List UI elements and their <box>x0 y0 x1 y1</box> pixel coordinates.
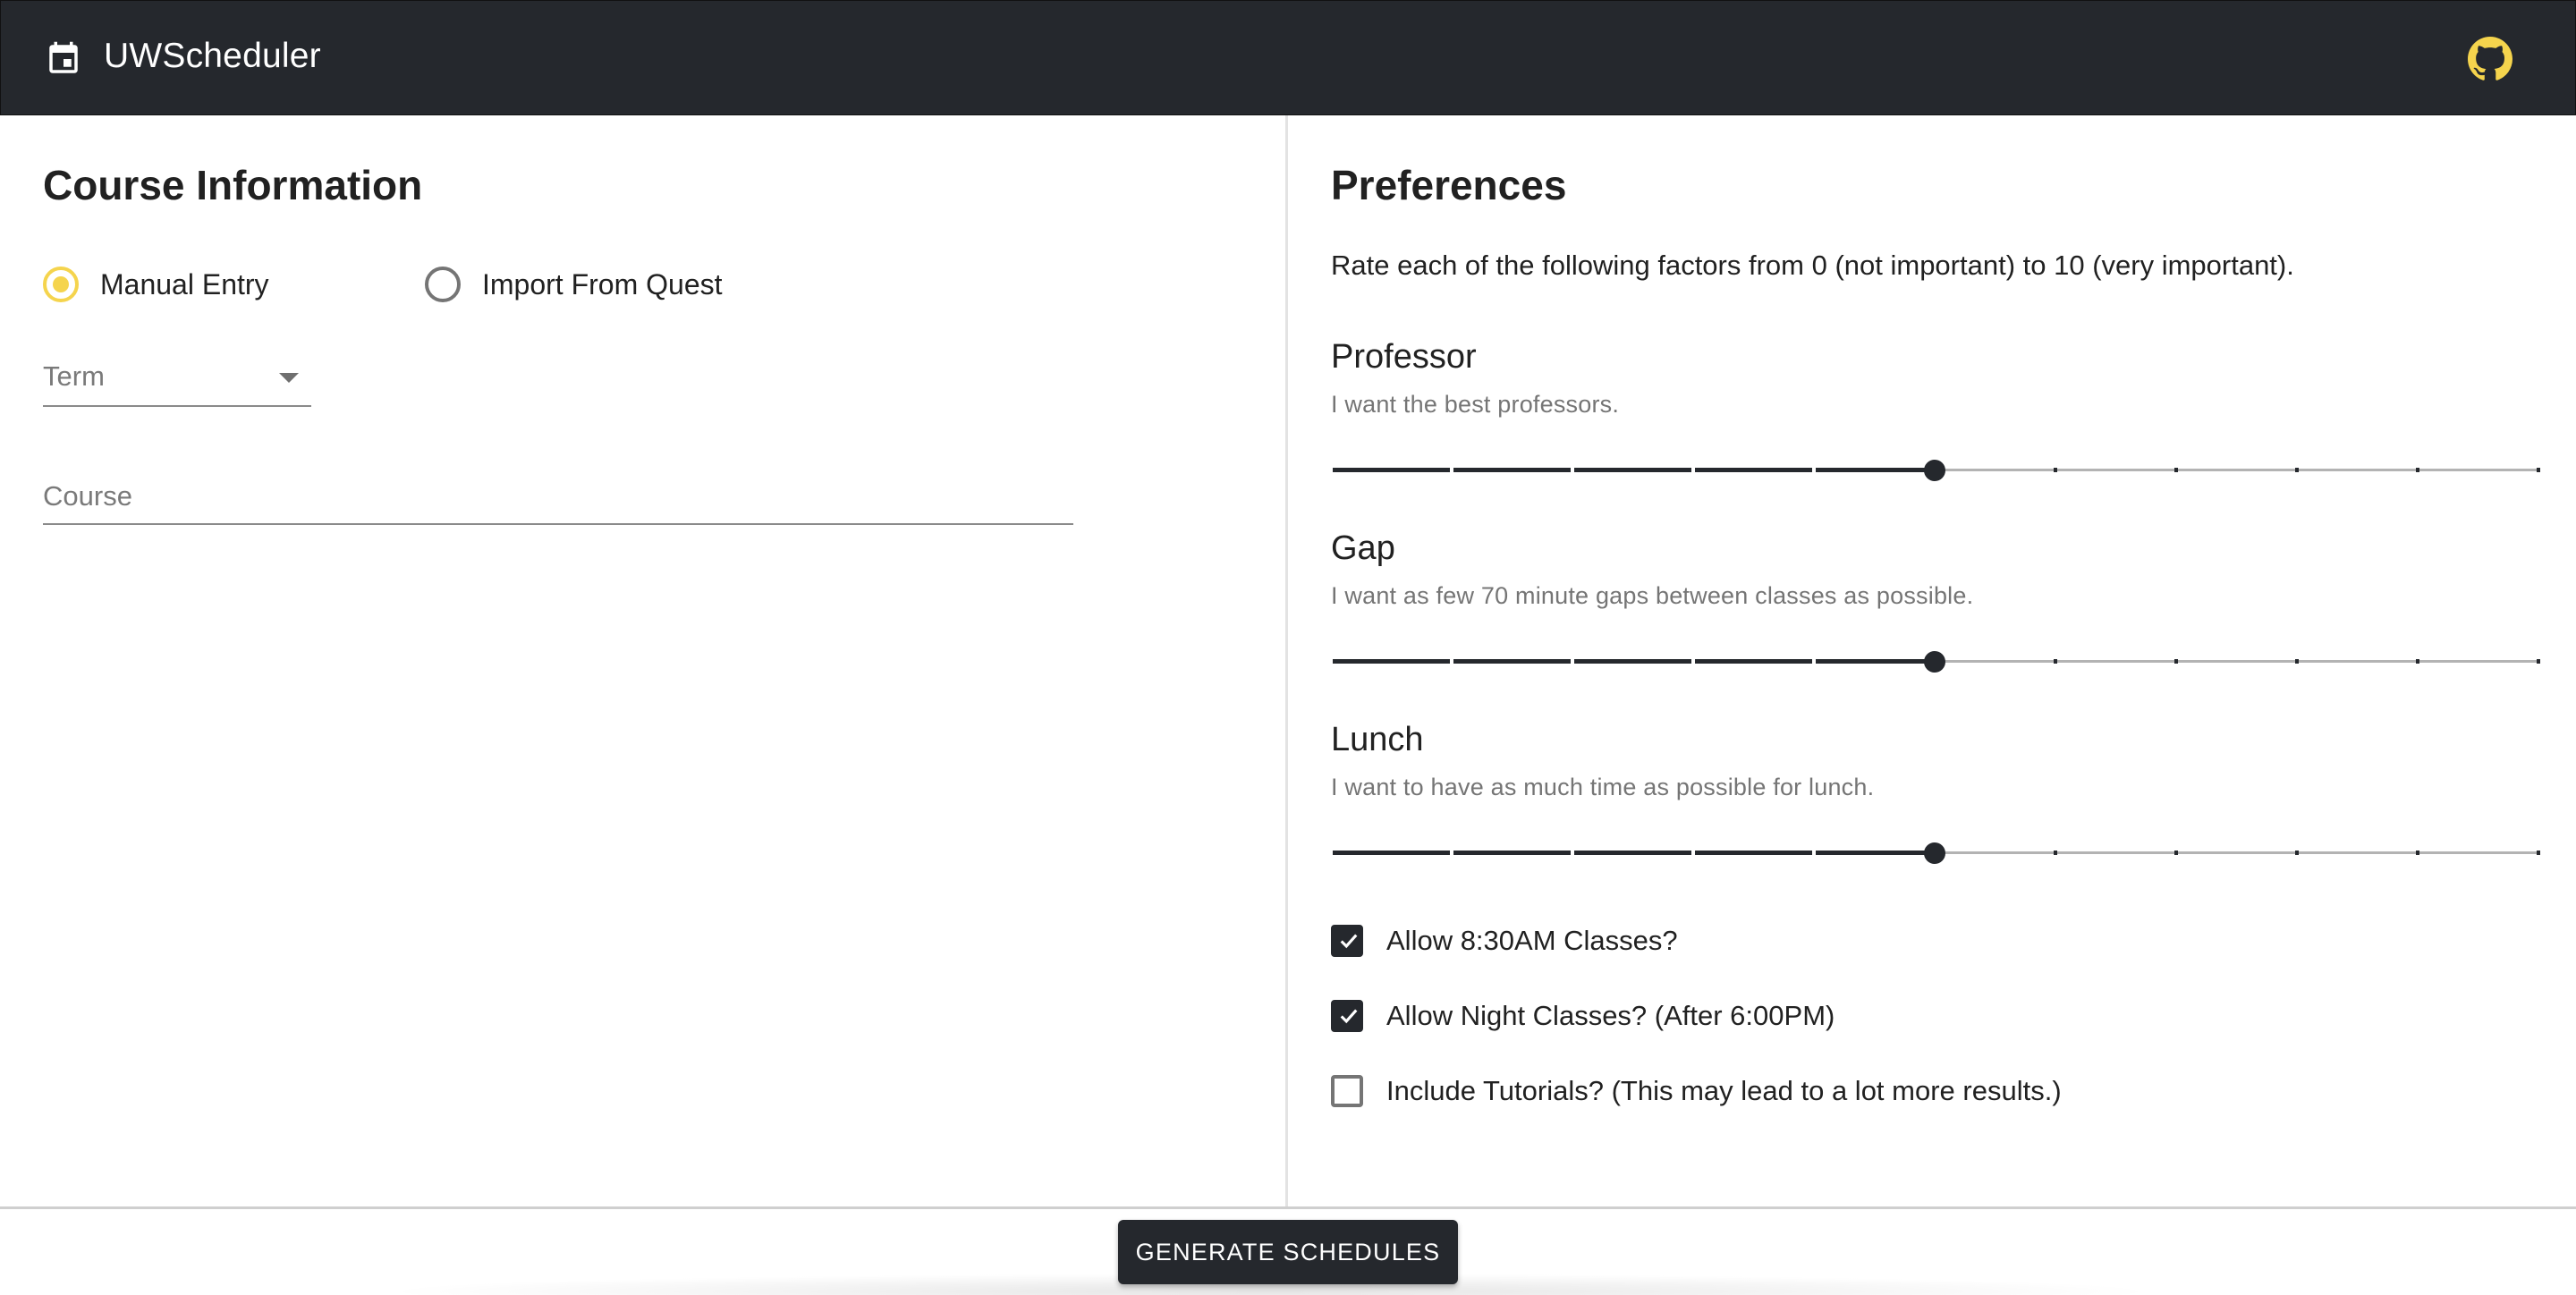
checkbox-checked-icon <box>1331 1000 1363 1032</box>
professor-slider[interactable] <box>1329 457 2540 484</box>
app-bar: UWScheduler <box>0 0 2576 115</box>
gap-heading: Gap <box>1331 529 1395 567</box>
course-information-title: Course Information <box>43 162 423 208</box>
professor-heading: Professor <box>1331 338 1477 376</box>
course-information-panel: Course Information Manual Entry Import F… <box>0 115 1285 1206</box>
footer-bar: GENERATE SCHEDULES <box>0 1206 2576 1295</box>
checkbox-checked-icon <box>1331 925 1363 957</box>
slider-tick <box>2416 659 2419 664</box>
gap-subtitle: I want as few 70 minute gaps between cla… <box>1331 582 1974 609</box>
slider-tick <box>1812 851 1816 855</box>
term-select[interactable]: Term <box>43 350 311 407</box>
slider-tick <box>1571 659 1574 664</box>
chevron-down-icon <box>279 373 299 383</box>
lunch-heading: Lunch <box>1331 721 1424 758</box>
term-placeholder: Term <box>43 360 105 392</box>
slider-tick <box>1450 851 1453 855</box>
slider-tick <box>2054 851 2057 855</box>
slider-tick <box>2295 659 2299 664</box>
slider-tick <box>2174 659 2178 664</box>
slider-thumb[interactable] <box>1924 842 1945 864</box>
import-from-quest-radio[interactable]: Import From Quest <box>425 267 723 302</box>
slider-tick <box>2537 659 2540 664</box>
slider-tick <box>2537 851 2540 855</box>
slider-tick <box>1450 659 1453 664</box>
slider-tick <box>1691 659 1695 664</box>
allow-night-classes-label: Allow Night Classes? (After 6:00PM) <box>1386 1000 1835 1031</box>
import-from-quest-label: Import From Quest <box>482 267 723 300</box>
manual-entry-label: Manual Entry <box>100 267 269 300</box>
slider-track <box>1331 851 1935 855</box>
app-title: UWScheduler <box>104 37 321 75</box>
radio-checked-icon <box>43 267 79 302</box>
manual-entry-radio[interactable]: Manual Entry <box>43 267 269 302</box>
slider-thumb[interactable] <box>1924 460 1945 481</box>
checkbox-unchecked-icon <box>1331 1075 1363 1107</box>
slider-track <box>1331 659 1935 664</box>
calendar-icon <box>49 41 78 73</box>
slider-tick <box>1329 468 1333 472</box>
slider-tick <box>1812 659 1816 664</box>
preferences-title: Preferences <box>1331 162 1567 208</box>
github-link[interactable] <box>2464 33 2516 85</box>
slider-tick <box>2054 659 2057 664</box>
checkmark-icon <box>1340 934 1358 949</box>
course-field <box>43 470 1073 525</box>
slider-tick <box>2295 851 2299 855</box>
lunch-slider[interactable] <box>1329 840 2540 867</box>
slider-tick <box>2416 851 2419 855</box>
slider-thumb[interactable] <box>1924 651 1945 673</box>
include-tutorials-checkbox[interactable]: Include Tutorials? (This may lead to a l… <box>1331 1075 2062 1107</box>
slider-tick <box>2537 468 2540 472</box>
preferences-description: Rate each of the following factors from … <box>1331 250 2294 281</box>
preferences-panel: Preferences Rate each of the following f… <box>1288 115 2576 1206</box>
slider-tick <box>2174 468 2178 472</box>
lunch-subtitle: I want to have as much time as possible … <box>1331 774 1875 800</box>
slider-tick <box>1329 659 1333 664</box>
gap-slider[interactable] <box>1329 648 2540 675</box>
slider-tick <box>1691 851 1695 855</box>
professor-subtitle: I want the best professors. <box>1331 391 1620 418</box>
course-input[interactable] <box>43 470 1073 523</box>
slider-tick <box>1691 468 1695 472</box>
generate-schedules-button[interactable]: GENERATE SCHEDULES <box>1118 1220 1458 1284</box>
slider-tick <box>2295 468 2299 472</box>
slider-tick <box>2054 468 2057 472</box>
include-tutorials-label: Include Tutorials? (This may lead to a l… <box>1386 1075 2062 1106</box>
slider-tick <box>1571 851 1574 855</box>
allow-night-classes-checkbox[interactable]: Allow Night Classes? (After 6:00PM) <box>1331 1000 1835 1032</box>
slider-tick <box>1450 468 1453 472</box>
slider-tick <box>1571 468 1574 472</box>
slider-tick <box>1812 468 1816 472</box>
checkmark-icon <box>1340 1009 1358 1024</box>
slider-track <box>1331 468 1935 472</box>
allow-830am-label: Allow 8:30AM Classes? <box>1386 925 1678 956</box>
github-icon <box>2468 37 2512 80</box>
radio-unchecked-icon <box>425 267 461 302</box>
allow-830am-checkbox[interactable]: Allow 8:30AM Classes? <box>1331 925 1678 957</box>
slider-tick <box>2174 851 2178 855</box>
slider-tick <box>2416 468 2419 472</box>
slider-tick <box>1329 851 1333 855</box>
